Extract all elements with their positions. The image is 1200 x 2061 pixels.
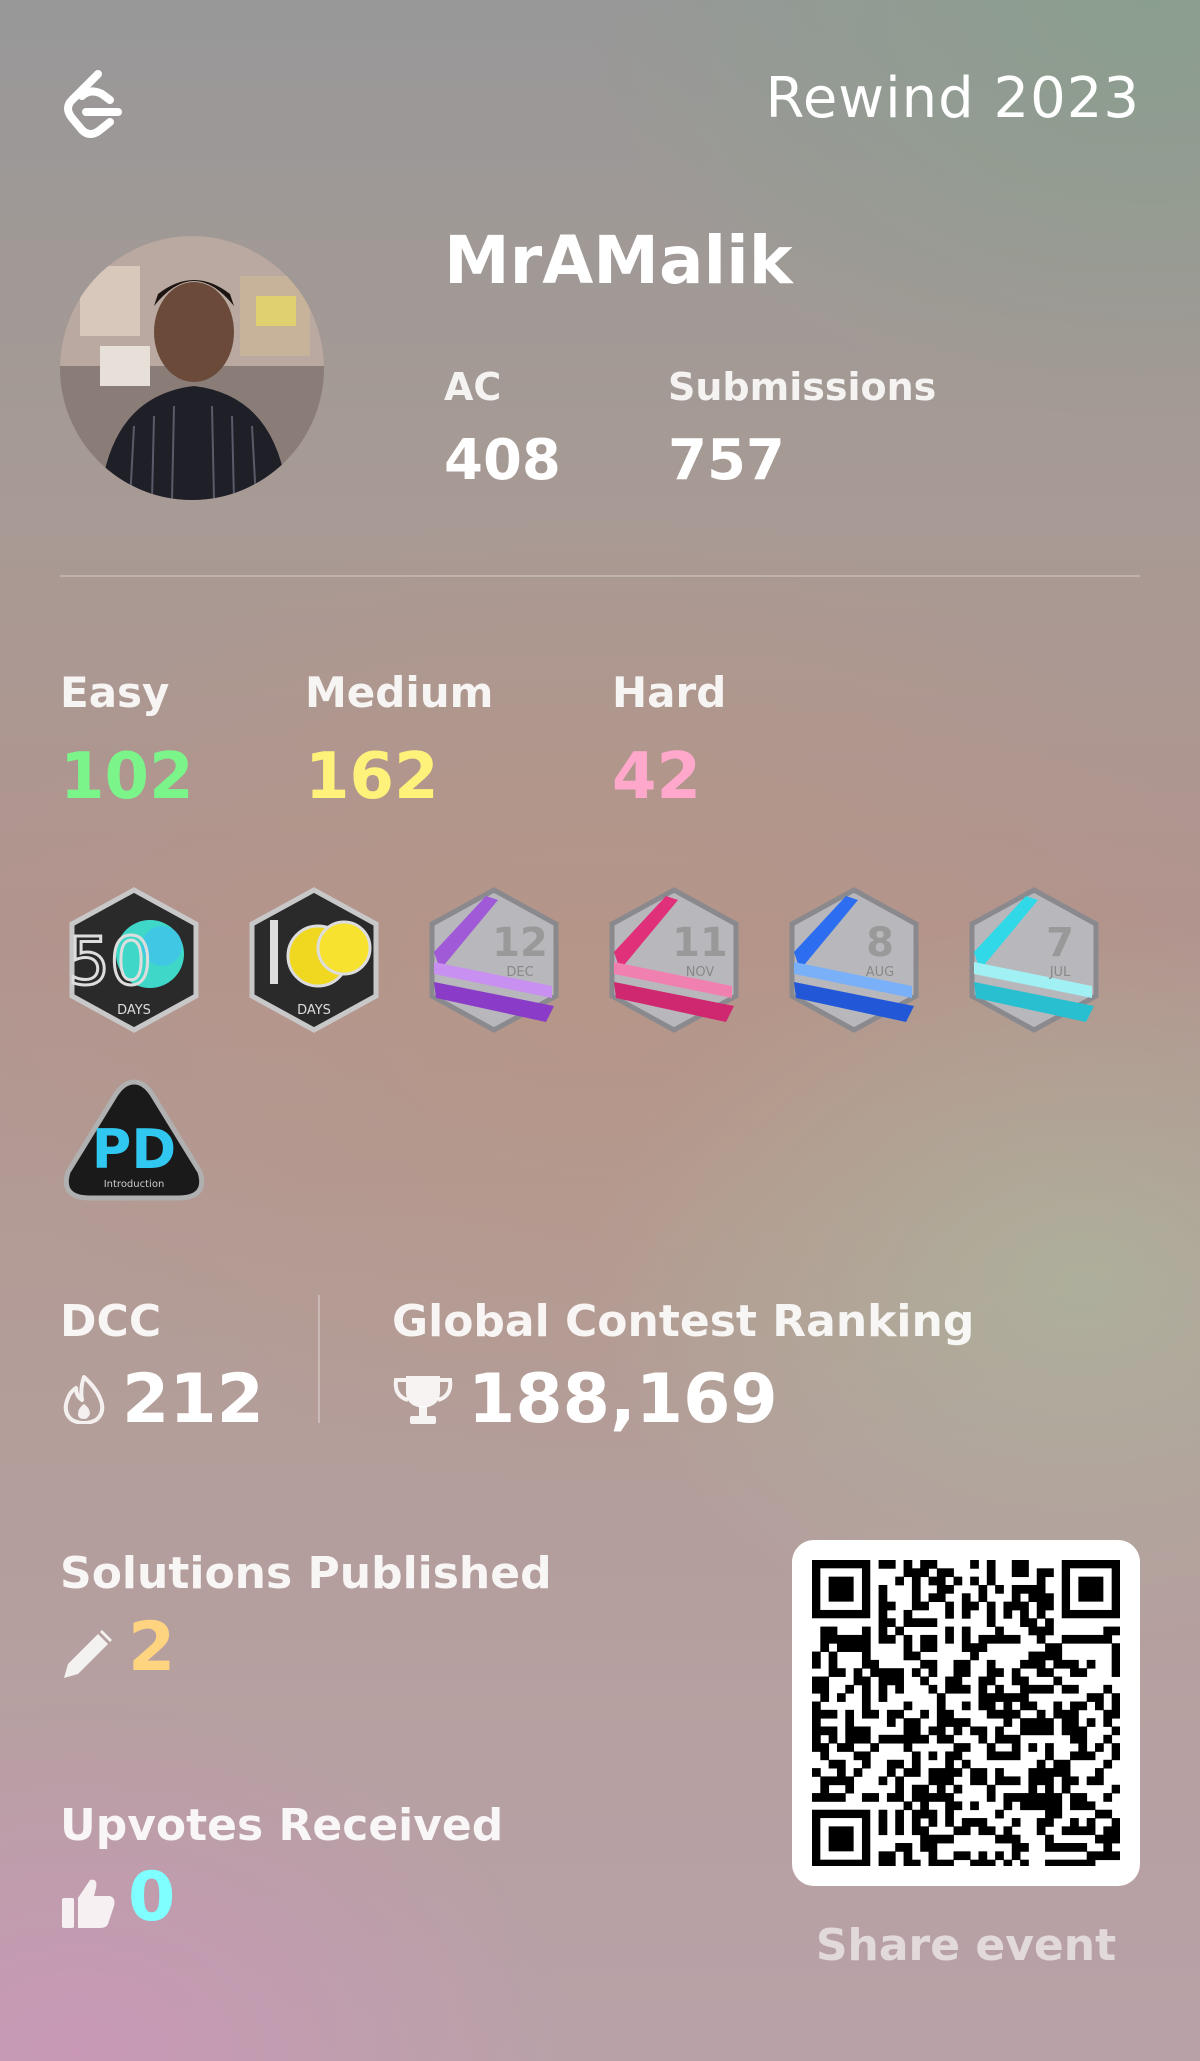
badge-december[interactable]: 12 DEC [426,886,562,1034]
dcc-label: DCC [60,1296,162,1347]
badge-caption: Introduction [104,1179,165,1190]
badge-number: 12 [492,920,548,966]
submissions-value: 757 [668,428,785,493]
badge-august[interactable]: 8 AUG [786,886,922,1034]
solutions-published-value: 2 [128,1608,176,1687]
username: MrAMalik [444,222,793,299]
badge-pandas-introduction[interactable]: PD Introduction [60,1076,208,1204]
pencil-icon [64,1630,112,1678]
contest-ranking-label: Global Contest Ranking [392,1296,975,1347]
badge-number: 7 [1046,920,1074,966]
badge-caption: DEC [506,965,533,980]
badge-caption: NOV [686,965,715,980]
upvotes-received-value: 0 [128,1858,176,1937]
badge-number: PD [92,1118,176,1181]
hard-value: 42 [612,740,702,814]
divider [60,575,1140,577]
medium-value: 162 [305,740,439,814]
badge-number: 11 [672,920,728,966]
hard-label: Hard [612,668,727,717]
badge-number: 50 [68,923,152,1000]
share-event-button[interactable]: Share event [792,1920,1140,1971]
submissions-label: Submissions [668,365,937,409]
badge-july[interactable]: 7 JUL [966,886,1102,1034]
qr-code-image [812,1560,1121,1869]
badge-caption: JUL [1049,965,1071,980]
trophy-icon [393,1376,453,1424]
section-divider [318,1295,320,1423]
badge-caption: DAYS [297,1003,331,1018]
page-title: Rewind 2023 [765,66,1140,131]
solutions-published-label: Solutions Published [60,1548,552,1599]
thumbs-up-icon [62,1879,115,1928]
badge-number: 8 [866,920,894,966]
contest-ranking-value: 188,169 [468,1360,778,1439]
flame-icon [63,1375,105,1424]
ac-label: AC [444,365,502,409]
badge-50-days[interactable]: 50 DAYS [66,886,202,1034]
qr-code[interactable] [792,1540,1140,1886]
dcc-value: 212 [122,1360,264,1439]
upvotes-received-label: Upvotes Received [60,1800,504,1851]
badge-november[interactable]: 11 NOV [606,886,742,1034]
easy-value: 102 [60,740,194,814]
leetcode-logo-icon[interactable] [58,68,124,144]
badge-caption: AUG [866,965,894,980]
avatar [60,236,324,500]
badge-100-days[interactable]: DAYS [246,886,382,1034]
easy-label: Easy [60,668,170,717]
medium-label: Medium [305,668,494,717]
badge-caption: DAYS [117,1003,151,1018]
ac-value: 408 [444,428,561,493]
